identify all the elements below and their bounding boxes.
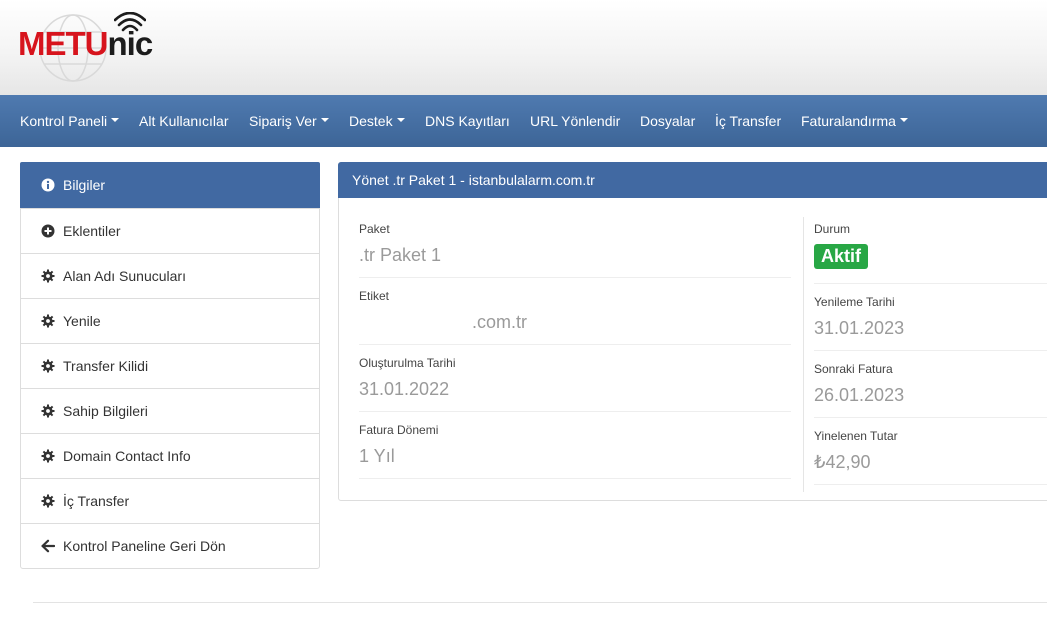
field-etiket: Etiket .com.tr: [359, 289, 527, 333]
caret-down-icon: [111, 118, 120, 123]
sidebar-item-transfer-kilidi[interactable]: Transfer Kilidi: [21, 343, 319, 388]
divider: [359, 344, 791, 345]
gear-icon: [41, 359, 55, 373]
sidebar-item-label: Transfer Kilidi: [63, 358, 149, 374]
field-value: 1 Yıl: [359, 446, 395, 466]
service-details-panel: Yönet .tr Paket 1 - istanbulalarm.com.tr…: [338, 162, 1047, 501]
sidebar-item-domain-contact-info[interactable]: Domain Contact Info: [21, 433, 319, 478]
field-label: Yinelenen Tutar: [814, 429, 898, 443]
nav-alt-kullanicilar[interactable]: Alt Kullanıcılar: [139, 95, 228, 147]
field-value: 31.01.2022: [359, 379, 450, 399]
field-value: 31.01.2023: [814, 318, 905, 338]
field-yenileme-tarihi: Yenileme Tarihi 31.01.2023: [814, 295, 904, 339]
field-value: .com.tr: [472, 312, 528, 332]
divider: [359, 478, 791, 479]
field-label: Fatura Dönemi: [359, 423, 439, 437]
nav-faturalandirma[interactable]: Faturalandırma: [801, 95, 908, 147]
arrow-left-icon: [41, 539, 55, 553]
field-label: Durum: [814, 222, 851, 236]
nav-ic-transfer[interactable]: İç Transfer: [715, 95, 781, 147]
field-label: Yenileme Tarihi: [814, 295, 895, 309]
main-navbar: Kontrol Paneli Alt Kullanıcılar Sipariş …: [0, 95, 1047, 147]
gear-icon: [41, 269, 55, 283]
field-fatura-donemi: Fatura Dönemi 1 Yıl: [359, 423, 438, 467]
sidebar-item-geri-don[interactable]: Kontrol Paneline Geri Dön: [21, 523, 319, 568]
metunic-logo[interactable]: METUnic: [18, 10, 168, 82]
sidebar-item-label: Eklentiler: [63, 223, 121, 239]
sidebar-item-yenile[interactable]: Yenile: [21, 298, 319, 343]
nav-url-yonlendir[interactable]: URL Yönlendir: [530, 95, 620, 147]
field-label: Sonraki Fatura: [814, 362, 893, 376]
nav-siparis-ver[interactable]: Sipariş Ver: [249, 95, 329, 147]
divider: [814, 484, 1047, 485]
field-value: .tr Paket 1: [359, 245, 442, 265]
sidebar-item-ic-transfer[interactable]: İç Transfer: [21, 478, 319, 523]
nav-destek[interactable]: Destek: [349, 95, 405, 147]
sidebar-item-label: Sahip Bilgileri: [63, 403, 148, 419]
column-divider: [803, 217, 804, 492]
sidebar-item-label: Alan Adı Sunucuları: [63, 268, 186, 284]
sidebar-item-label: Bilgiler: [63, 177, 106, 193]
footer-divider: [33, 602, 1047, 603]
site-header: METUnic: [0, 0, 1047, 95]
divider: [814, 417, 1047, 418]
field-label: Paket: [359, 222, 390, 236]
sidebar-item-alan-adi-sunuculari[interactable]: Alan Adı Sunucuları: [21, 253, 319, 298]
signal-waves-icon: [114, 12, 146, 32]
field-durum: Durum Aktif: [814, 222, 868, 269]
field-label: Oluşturulma Tarihi: [359, 356, 456, 370]
sidebar-item-label: Kontrol Paneline Geri Dön: [63, 538, 226, 554]
divider: [359, 411, 791, 412]
field-value: 26.01.2023: [814, 385, 905, 405]
panel-title: Yönet .tr Paket 1 - istanbulalarm.com.tr: [338, 162, 1047, 198]
info-icon: [41, 178, 55, 192]
nav-dosyalar[interactable]: Dosyalar: [640, 95, 695, 147]
divider: [359, 277, 791, 278]
nav-kontrol-paneli[interactable]: Kontrol Paneli: [20, 95, 120, 147]
caret-down-icon: [396, 118, 405, 123]
sidebar-item-label: Domain Contact Info: [63, 448, 191, 464]
status-badge: Aktif: [814, 244, 868, 269]
sidebar-item-eklentiler[interactable]: Eklentiler: [21, 208, 319, 253]
sidebar-item-sahip-bilgileri[interactable]: Sahip Bilgileri: [21, 388, 319, 433]
divider: [814, 283, 1047, 284]
nav-dns-kayitlari[interactable]: DNS Kayıtları: [425, 95, 510, 147]
gear-icon: [41, 314, 55, 328]
field-paket: Paket .tr Paket 1: [359, 222, 441, 266]
sidebar-menu: Bilgiler Eklentiler Alan Adı Sunucuları …: [20, 162, 320, 569]
plus-circle-icon: [41, 224, 55, 238]
sidebar-item-bilgiler[interactable]: Bilgiler: [20, 162, 320, 208]
sidebar-item-label: Yenile: [63, 313, 101, 329]
field-sonraki-fatura: Sonraki Fatura 26.01.2023: [814, 362, 904, 406]
caret-down-icon: [899, 118, 908, 123]
sidebar-item-label: İç Transfer: [63, 493, 130, 509]
field-value: ₺42,90: [814, 452, 871, 472]
logo-text-red: METU: [18, 25, 108, 62]
gear-icon: [41, 449, 55, 463]
gear-icon: [41, 404, 55, 418]
caret-down-icon: [320, 118, 329, 123]
field-yinelenen-tutar: Yinelenen Tutar ₺42,90: [814, 429, 898, 473]
field-olusturulma-tarihi: Oluşturulma Tarihi 31.01.2022: [359, 356, 455, 400]
gear-icon: [41, 494, 55, 508]
divider: [814, 350, 1047, 351]
field-label: Etiket: [359, 289, 390, 303]
